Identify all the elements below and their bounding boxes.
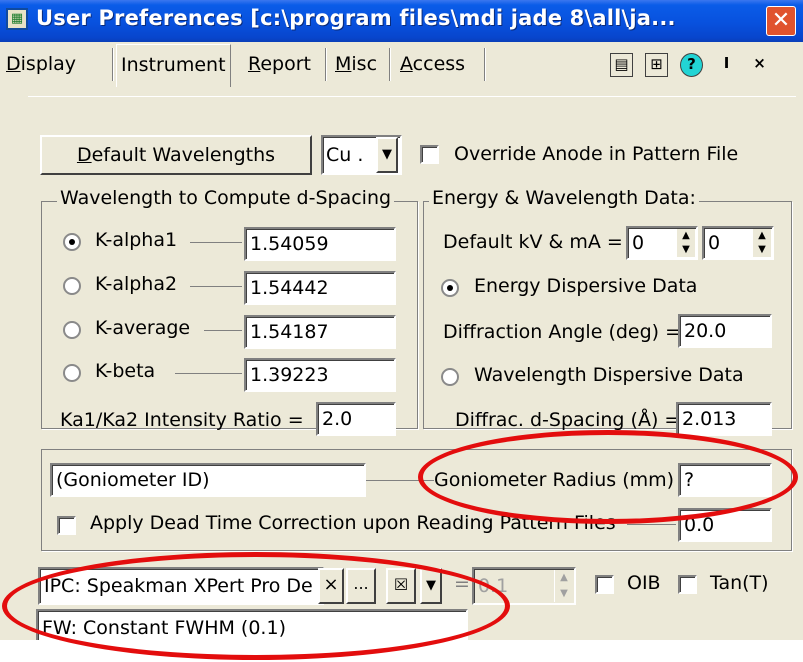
ratio-field[interactable]: 2.0 — [316, 402, 396, 436]
annotation-oval-ipc — [2, 552, 510, 660]
wavelength-dispersive-radio[interactable] — [441, 368, 459, 386]
wavelength-group-title: Wavelength to Compute d-Spacing — [57, 187, 395, 209]
k-alpha2-field[interactable]: 1.54442 — [244, 271, 396, 305]
oib-checkbox[interactable] — [595, 575, 614, 594]
wavelength-dispersive-label: Wavelength Dispersive Data — [474, 364, 744, 386]
window-title: User Preferences [c:\program files\mdi j… — [36, 6, 676, 30]
kv-ma-label: Default kV & mA = — [443, 231, 623, 253]
k-alpha2-radio[interactable] — [63, 277, 81, 295]
diffraction-angle-field[interactable]: 20.0 — [678, 314, 772, 348]
dead-time-checkbox[interactable] — [57, 516, 76, 535]
k-average-field[interactable]: 1.54187 — [244, 315, 396, 349]
tab-misc[interactable]: Misc — [331, 47, 381, 83]
oib-label: OIB — [627, 572, 661, 594]
k-average-radio[interactable] — [63, 321, 81, 339]
energy-dispersive-radio[interactable] — [441, 279, 459, 297]
layout-icon[interactable]: ▤ — [610, 53, 633, 77]
override-anode-checkbox[interactable] — [420, 145, 439, 164]
d-spacing-label: Diffrac. d-Spacing (Å) = — [455, 409, 681, 431]
override-anode-label: Override Anode in Pattern File — [454, 143, 739, 165]
k-beta-radio[interactable] — [63, 364, 81, 382]
annotation-oval-radius — [418, 430, 798, 524]
tan-checkbox[interactable] — [678, 575, 697, 594]
k-alpha2-label: K-alpha2 — [95, 273, 178, 295]
d-spacing-field[interactable]: 2.013 — [676, 402, 772, 436]
app-icon[interactable]: ▦ — [6, 8, 28, 30]
diffraction-angle-label: Diffraction Angle (deg) = — [443, 321, 682, 343]
energy-group-title: Energy & Wavelength Data: — [429, 187, 699, 209]
kv-spin-buttons[interactable]: ▲ ▼ — [676, 229, 695, 257]
tan-label: Tan(T) — [710, 572, 769, 594]
close-icon[interactable]: × — [748, 53, 771, 77]
tab-report[interactable]: Report — [244, 47, 315, 83]
ratio-label: Ka1/Ka2 Intensity Ratio = — [60, 409, 304, 431]
grid-icon[interactable]: ⊞ — [645, 53, 668, 77]
ma-spin-buttons[interactable]: ▲ ▼ — [752, 229, 771, 257]
k-alpha1-label: K-alpha1 — [95, 229, 178, 251]
goniometer-id-field[interactable]: (Goniometer ID) — [50, 463, 366, 497]
preferences-window: ▦ User Preferences [c:\program files\mdi… — [0, 0, 803, 640]
energy-dispersive-label: Energy Dispersive Data — [474, 275, 698, 297]
tab-access[interactable]: Access — [396, 47, 469, 83]
k-alpha1-radio[interactable] — [63, 233, 81, 251]
tab-display[interactable]: Display — [2, 47, 80, 83]
help-icon[interactable]: ? — [680, 53, 703, 77]
anode-dropdown-button[interactable]: ▼ — [376, 137, 398, 173]
pin-icon[interactable]: I — [715, 53, 738, 77]
tab-instrument[interactable]: Instrument — [116, 44, 231, 87]
title-bar[interactable]: ▦ User Preferences [c:\program files\mdi… — [0, 0, 803, 42]
ipc-spin-buttons: ▲ ▼ — [554, 570, 573, 602]
k-beta-label: K-beta — [95, 360, 156, 382]
default-wavelengths-button[interactable]: Default Wavelengths — [40, 135, 312, 175]
k-beta-field[interactable]: 1.39223 — [244, 358, 396, 392]
window-close-button[interactable]: ✕ — [766, 6, 796, 36]
k-alpha1-field[interactable]: 1.54059 — [244, 227, 396, 261]
k-average-label: K-average — [95, 317, 191, 339]
